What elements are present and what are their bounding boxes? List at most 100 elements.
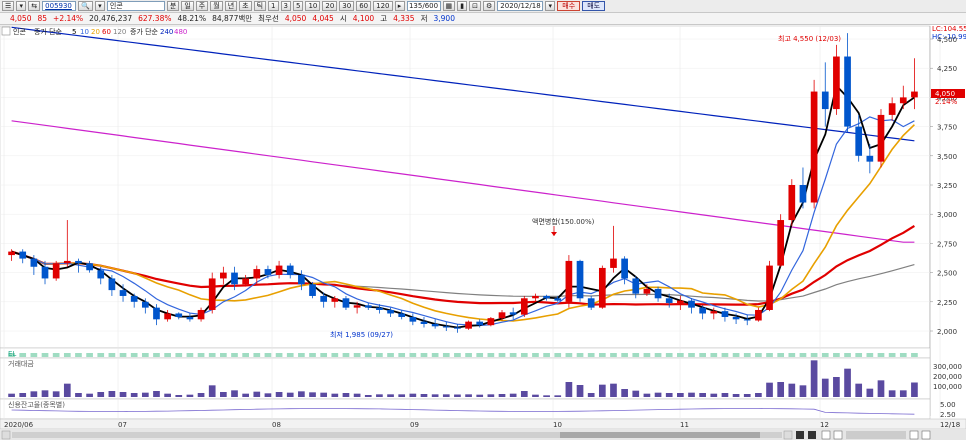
zoom-out-icon[interactable] xyxy=(821,430,831,440)
candle-body xyxy=(353,305,361,308)
indicator-bar xyxy=(888,353,896,357)
scrollbar-thumb[interactable] xyxy=(560,432,760,438)
indicator-bar xyxy=(855,353,863,357)
candle-body xyxy=(710,311,718,314)
volume-bar xyxy=(141,392,149,397)
zoom-slider[interactable] xyxy=(846,431,906,439)
indicator-bar xyxy=(130,353,138,357)
fit-icon[interactable] xyxy=(909,430,919,440)
indicator-bar xyxy=(52,353,60,357)
candle-body xyxy=(788,185,796,221)
candle-body xyxy=(264,269,272,275)
credit-tick-label: 5.00 xyxy=(940,401,956,409)
indicator-bar xyxy=(331,353,339,357)
volume-bar xyxy=(130,393,138,397)
indicator-bar xyxy=(220,353,227,357)
volume-bar xyxy=(866,388,874,397)
indicator-bar xyxy=(576,353,584,357)
candle-body xyxy=(532,295,539,299)
indicator-bar xyxy=(810,353,818,357)
indicator-bar xyxy=(364,353,372,357)
volume-bar xyxy=(487,394,495,397)
indicator-bar xyxy=(253,353,261,357)
candle-body xyxy=(565,260,573,302)
candle-body xyxy=(130,295,138,302)
indicator-bar xyxy=(755,353,762,357)
scroll-left-icon[interactable] xyxy=(1,430,11,440)
date-tick-label: 09 xyxy=(410,421,419,429)
legend-toggle-icon[interactable] xyxy=(1,26,11,36)
legend-long-prefix: 증가 단순 xyxy=(130,27,159,36)
legend-ma10: 10 xyxy=(80,28,89,36)
volume-bar xyxy=(465,394,472,397)
indicator-bar xyxy=(866,353,874,357)
candle-body xyxy=(520,298,528,315)
volume-bar xyxy=(654,392,662,397)
indicator-bar xyxy=(632,353,640,357)
candle-body xyxy=(799,185,807,203)
indicator-bar xyxy=(665,353,673,357)
zoom-in-icon[interactable] xyxy=(833,430,843,440)
date-tick-label: 12/18 xyxy=(940,421,960,429)
stop-icon[interactable] xyxy=(796,431,804,439)
indicator-bar xyxy=(877,353,885,357)
candle-body xyxy=(376,307,383,310)
volume-bar xyxy=(844,368,851,397)
chart-area[interactable]: 인콘 증가 단순 5 10 20 60 120 증가 단순 240 480 LC… xyxy=(0,0,966,440)
candle-body xyxy=(197,309,205,320)
scroll-controls[interactable] xyxy=(1,430,931,440)
volume-bar xyxy=(610,383,617,397)
legend-ma5: 5 xyxy=(72,28,76,36)
candle-body xyxy=(498,312,506,319)
indicator-bar xyxy=(498,353,506,357)
candle-body xyxy=(331,298,339,302)
candle-body xyxy=(587,298,595,308)
candle-body xyxy=(41,266,49,279)
indicator-bar xyxy=(454,353,461,357)
candle-body xyxy=(19,251,27,259)
volume-bar xyxy=(810,360,818,397)
volume-bar xyxy=(52,391,60,397)
indicator-bar xyxy=(543,353,550,357)
indicator-bar xyxy=(298,353,305,357)
candle-body xyxy=(743,319,751,321)
indicator-bar xyxy=(119,353,127,357)
indicator-bar xyxy=(732,353,740,357)
chart-settings-icon[interactable] xyxy=(921,430,931,440)
volume-bar xyxy=(364,395,372,397)
scroll-right-icon[interactable] xyxy=(783,430,793,440)
volume-bar xyxy=(788,383,796,397)
legend-ma60: 60 xyxy=(102,28,111,36)
volume-bar xyxy=(41,390,49,397)
indicator-bar xyxy=(75,353,82,357)
indicator-bar xyxy=(431,353,439,357)
candle-body xyxy=(576,260,584,299)
indicator-bar xyxy=(788,353,796,357)
candle-body xyxy=(220,272,227,279)
volume-bar xyxy=(186,394,194,397)
indicator-bar xyxy=(275,353,283,357)
indicator-bar xyxy=(86,353,93,357)
volume-bar xyxy=(554,395,562,397)
volume-bar xyxy=(398,394,406,397)
candle-body xyxy=(52,263,60,279)
volume-bar xyxy=(298,391,305,397)
date-tick-label: 2020/06 xyxy=(4,421,34,429)
volume-tick-label: 100,000 xyxy=(933,383,962,391)
candle-body xyxy=(30,258,38,267)
volume-bar xyxy=(587,393,595,397)
candle-body xyxy=(487,318,495,326)
change-pct-tag: 2.14% xyxy=(935,98,958,106)
candle-body xyxy=(409,316,417,322)
indicator-bar xyxy=(41,353,49,357)
indicator-bar xyxy=(153,353,160,357)
price-tick-label: 2,000 xyxy=(937,328,957,336)
candle-body xyxy=(465,321,472,329)
play-icon[interactable] xyxy=(808,431,816,439)
price-tick-label: 3,750 xyxy=(937,124,957,132)
indicator-bar xyxy=(743,353,751,357)
candle-body xyxy=(75,260,82,264)
volume-bar xyxy=(253,391,261,397)
indicator-bar xyxy=(242,353,249,357)
volume-bar xyxy=(387,394,394,397)
